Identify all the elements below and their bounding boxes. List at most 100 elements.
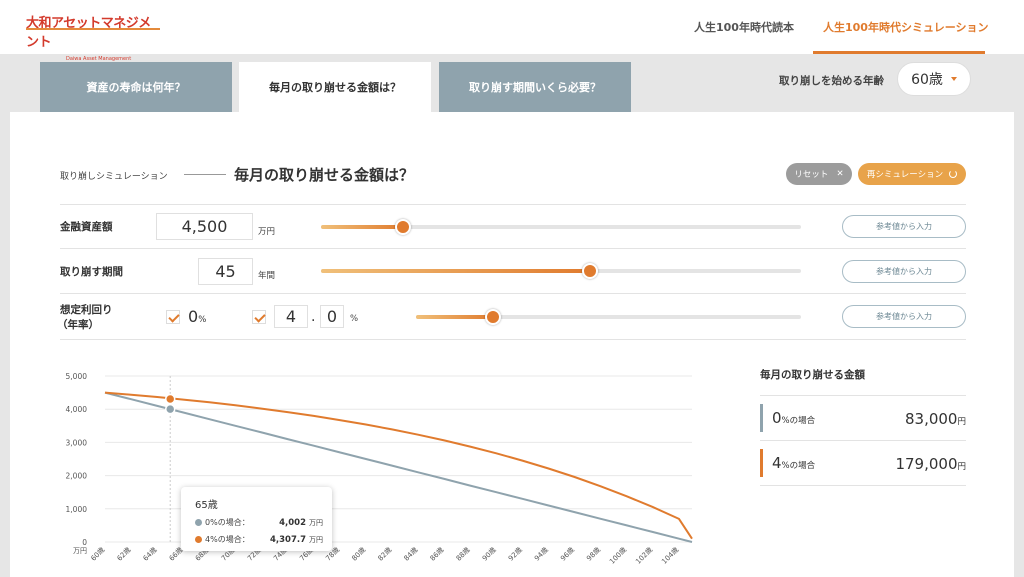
rate-decimal-input[interactable]: 0 [320, 305, 344, 328]
results-title: 毎月の取り崩せる金額 [760, 369, 865, 381]
tooltip-row-label: 0%の場合： [205, 518, 250, 527]
rate-zero-value: 0% [188, 307, 207, 326]
tooltip-row-value: 4,307.7 [269, 534, 306, 545]
tab-required-amount[interactable]: 取り崩す期間いくら必要？ [439, 62, 631, 112]
hover-point [164, 403, 176, 415]
rate-slider[interactable] [416, 309, 801, 325]
period-slider[interactable] [321, 263, 801, 279]
rate-decimal-point: . [311, 309, 316, 325]
y-tick-label: 0 [82, 538, 87, 547]
rate-slider-handle[interactable] [485, 309, 501, 325]
x-tick-label: 94歳 [532, 545, 550, 563]
assets-label: 金融資産額 [60, 221, 113, 233]
tooltip-row-label: 4%の場合： [205, 535, 250, 544]
period-label: 取り崩す期間 [60, 266, 123, 278]
result-color-bar [760, 449, 763, 477]
assets-reference-button[interactable]: 参考値から入力 [842, 215, 966, 238]
result-row-four: 4%の場合 179,000円 [760, 441, 966, 485]
rate-label: 想定利回り [60, 304, 113, 316]
brand-underline [26, 28, 160, 30]
assets-unit: 万円 [258, 227, 276, 237]
section-divider [184, 174, 226, 175]
divider [60, 293, 966, 294]
hover-point [164, 393, 176, 405]
result-value: 179,000円 [895, 455, 966, 473]
x-tick-label: 88歳 [454, 545, 472, 563]
tooltip-row-zero: 0%の場合： 4,002 万円 [195, 517, 323, 528]
rate-label-annual: （年率） [57, 319, 99, 331]
divider [60, 248, 966, 249]
section-label: 取り崩しシミュレーション [60, 172, 168, 182]
tooltip-age: 65歳 [195, 500, 218, 511]
x-tick-label: 102歳 [634, 545, 655, 566]
refresh-icon [949, 170, 958, 178]
tab-asset-lifetime[interactable]: 資産の寿命は何年？ [40, 62, 232, 112]
site-header: 大和アセットマネジメント Daiwa Asset Management 人生10… [0, 0, 1024, 62]
x-tick-label: 98歳 [584, 545, 602, 563]
rate-custom-checkbox[interactable] [252, 310, 266, 324]
y-tick-label: 4,000 [66, 405, 88, 414]
divider [60, 204, 966, 205]
x-tick-label: 96歳 [558, 545, 576, 563]
x-tick-label: 100歳 [607, 545, 628, 566]
divider [60, 339, 966, 340]
start-age-select[interactable]: 60歳 [897, 62, 971, 96]
page-title: 毎月の取り崩せる金額は？ [234, 166, 415, 184]
nav-active-indicator [813, 51, 985, 54]
result-row-zero: 0%の場合 83,000円 [760, 396, 966, 440]
rate-zero-checkbox[interactable] [166, 310, 180, 324]
x-tick-label: 60歳 [89, 545, 107, 563]
tab-monthly-amount[interactable]: 毎月の取り崩せる金額は？ [239, 62, 431, 112]
legend-dot [195, 536, 202, 543]
x-tick-label: 82歳 [376, 545, 394, 563]
brand-name: 大和アセットマネジメント [26, 16, 151, 50]
x-tick-label: 104歳 [660, 545, 681, 566]
rate-reference-button[interactable]: 参考値から入力 [842, 305, 966, 328]
reset-label: リセット [794, 170, 829, 180]
tooltip-row-four: 4%の場合： 4,307.7 万円 [195, 534, 323, 545]
result-label: 0%の場合 [772, 409, 816, 427]
caret-down-icon [950, 77, 957, 81]
x-tick-label: 92歳 [506, 545, 524, 563]
rate-integer-input[interactable]: 4 [274, 305, 308, 328]
start-age-value: 60歳 [911, 72, 943, 88]
assets-slider-handle[interactable] [394, 219, 411, 235]
close-icon: ✕ [836, 169, 844, 179]
x-tick-label: 84歳 [402, 545, 420, 563]
legend-dot [195, 519, 202, 526]
y-axis-unit: 万円 [73, 547, 87, 555]
rate-slider-fill [416, 315, 493, 319]
assets-slider[interactable] [321, 219, 801, 235]
divider [760, 485, 966, 486]
period-slider-fill [321, 269, 590, 273]
brand-logo[interactable]: 大和アセットマネジメント Daiwa Asset Management [26, 12, 160, 62]
x-tick-label: 90歳 [480, 545, 498, 563]
y-tick-label: 3,000 [66, 438, 88, 447]
resimulate-button[interactable]: 再シミュレーション [858, 163, 966, 185]
x-tick-label: 62歳 [115, 545, 133, 563]
nav-link-simulation[interactable]: 人生100年時代シミュレーション [823, 19, 989, 35]
asset-balance-chart[interactable]: 01,0002,0003,0004,0005,000万円 60歳 62歳 64歳 66歳… [60, 365, 704, 577]
tooltip-row-unit: 万円 [309, 535, 323, 544]
rate-unit: % [350, 314, 359, 324]
y-tick-label: 1,000 [66, 505, 88, 514]
assets-slider-fill [321, 225, 403, 229]
x-tick-label: 64歳 [141, 545, 159, 563]
x-tick-label: 80歳 [350, 545, 368, 563]
y-tick-label: 2,000 [66, 472, 88, 481]
resimulate-label: 再シミュレーション [866, 170, 944, 180]
start-age-label: 取り崩しを始める年齢 [779, 75, 884, 87]
chart-tooltip: 65歳 0%の場合： 4,002 万円 4%の場合： 4,307.7 万円 [181, 487, 332, 551]
reset-button[interactable]: リセット ✕ [786, 163, 852, 185]
period-reference-button[interactable]: 参考値から入力 [842, 260, 966, 283]
tooltip-row-value: 4,002 [279, 517, 306, 528]
period-unit: 年間 [258, 271, 276, 281]
nav-link-reader[interactable]: 人生100年時代読本 [694, 19, 794, 35]
assets-input[interactable]: 4,500 [156, 213, 253, 240]
result-value: 83,000円 [904, 410, 966, 428]
period-input[interactable]: 45 [198, 258, 253, 285]
result-color-bar [760, 404, 763, 432]
result-label: 4%の場合 [772, 454, 816, 472]
period-slider-handle[interactable] [581, 263, 598, 279]
x-tick-label: 86歳 [428, 545, 446, 563]
